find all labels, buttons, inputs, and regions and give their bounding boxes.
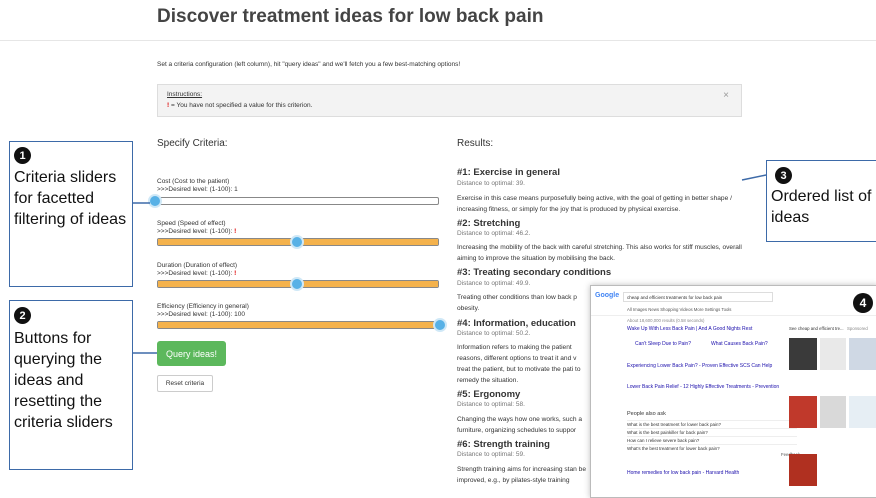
paa-question: What is the best treatment for lower bac… — [627, 420, 797, 428]
paa-question: How can I relieve severe back pain? — [627, 436, 797, 444]
tabs-divider — [591, 315, 876, 316]
google-logo: Google — [595, 292, 620, 299]
search-tabs: All Images News Shopping Videos More Set… — [627, 307, 732, 312]
result-stats: About 18,600,000 results (0.58 seconds) — [627, 318, 705, 323]
ad-title: Wake Up With Less Back Pain | And A Good… — [627, 326, 753, 332]
product-image — [849, 396, 876, 428]
annotation-4-number: 4 — [853, 293, 873, 313]
product-image — [820, 338, 846, 370]
result-4-title: Home remedies for low back pain - Harvar… — [627, 470, 740, 476]
paa-question: What is the best painkiller for back pai… — [627, 428, 797, 436]
result-3-title: Lower Back Pain Relief - 12 Highly Effec… — [627, 384, 780, 390]
ad-2-title: Experiencing Lower Back Pain? - Proven E… — [627, 363, 773, 369]
search-bar: cheap and efficient treatments for low b… — [623, 292, 773, 302]
product-image — [789, 396, 817, 428]
product-image — [789, 454, 817, 486]
shopping-heading: See cheap and efficient tre... — [789, 326, 844, 331]
product-image — [820, 396, 846, 428]
product-image — [849, 338, 876, 370]
product-image — [789, 338, 817, 370]
paa-question: What's the best treatment for lower back… — [627, 444, 797, 452]
sponsored-label: Sponsored — [847, 326, 868, 331]
search-results-screenshot: Google cheap and efficient treatments fo… — [590, 285, 876, 498]
ad-sublink-1: Can't Sleep Due to Pain? — [635, 341, 691, 347]
people-also-ask-heading: People also ask — [627, 411, 666, 417]
ad-sublink-2: What Causes Back Pain? — [711, 341, 768, 347]
